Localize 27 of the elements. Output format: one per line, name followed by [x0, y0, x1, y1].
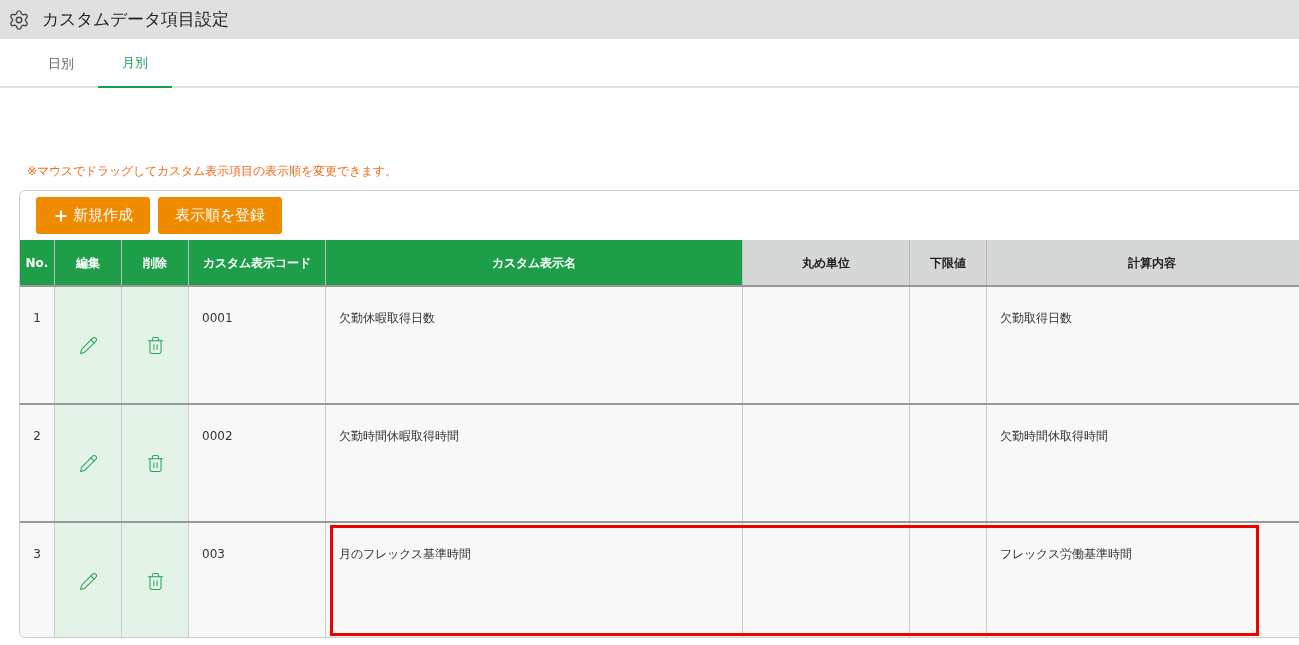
create-button[interactable]: 新規作成 [36, 197, 150, 234]
save-order-button[interactable]: 表示順を登録 [158, 197, 282, 234]
plus-icon [53, 207, 69, 224]
column-header: 編集 [55, 240, 122, 285]
edit-icon[interactable] [78, 335, 98, 355]
edit-icon[interactable] [78, 571, 98, 591]
table-cell-text: フレックス労働基準時間 [999, 546, 1133, 563]
delete-icon[interactable] [145, 571, 165, 591]
column-header: No. [20, 240, 55, 285]
table-cell-text: 欠勤時間休取得時間 [999, 428, 1109, 445]
column-header: カスタム表示コード [189, 240, 326, 285]
column-header: 下限値 [910, 240, 987, 285]
table-cell-text: 欠勤取得日数 [999, 310, 1073, 327]
tab[interactable]: 日別 [24, 39, 98, 88]
delete-icon[interactable] [145, 335, 165, 355]
column-header: 削除 [122, 240, 189, 285]
column-header: カスタム表示名 [326, 240, 743, 285]
settings-icon [8, 8, 30, 31]
edit-icon[interactable] [78, 453, 98, 473]
column-header: 計算内容 [987, 240, 1299, 285]
window-title: カスタムデータ項目設定 [42, 7, 229, 31]
tab[interactable]: 月別 [98, 39, 172, 88]
table-cell: 003 [189, 523, 326, 637]
delete-icon[interactable] [145, 453, 165, 473]
table-cell: 月のフレックス基準時間 [326, 523, 743, 637]
column-header: 丸め単位 [743, 240, 910, 285]
notice-text: ※マウスでドラッグしてカスタム表示項目の表示順を変更できます。 [27, 164, 398, 178]
